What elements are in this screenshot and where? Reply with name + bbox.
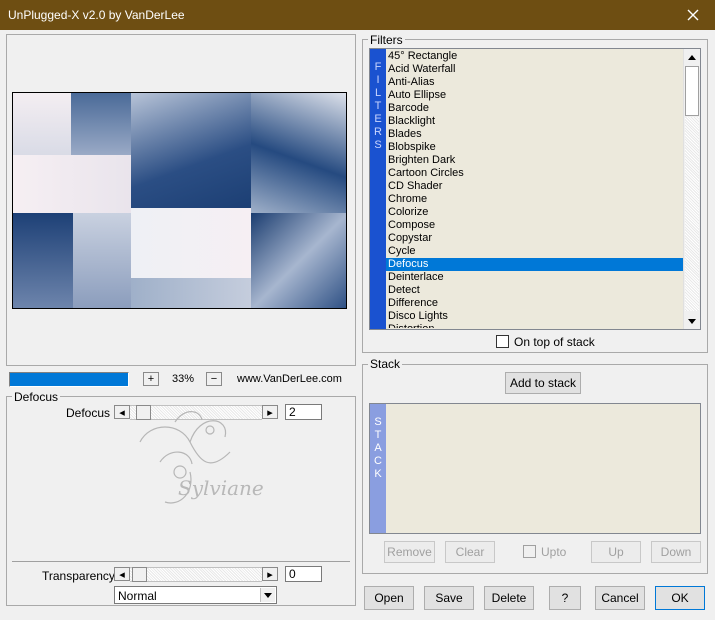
down-button[interactable]: Down [651, 541, 701, 563]
zoom-level: 33% [172, 373, 195, 385]
filters-strip-letter: I [376, 74, 380, 86]
transparency-right-arrow-icon[interactable]: ▸ [262, 567, 278, 581]
transparency-value-input[interactable]: 0 [285, 566, 322, 582]
filter-list-item[interactable]: Colorize [386, 206, 683, 219]
clear-button[interactable]: Clear [445, 541, 495, 563]
filter-list-item[interactable]: Blades [386, 128, 683, 141]
filter-list-item[interactable]: Distortion [386, 323, 683, 328]
filters-vertical-label: F I L T E R S [370, 49, 386, 329]
filter-list-item[interactable]: Blacklight [386, 115, 683, 128]
on-top-label: On top of stack [514, 335, 595, 349]
dropdown-arrow-button[interactable] [260, 588, 275, 602]
transparency-label: Transparency [42, 569, 115, 583]
transparency-left-arrow-icon[interactable]: ◂ [114, 567, 130, 581]
transparency-slider[interactable]: ◂ ▸ [114, 567, 278, 582]
close-icon [687, 9, 699, 21]
filters-listbox[interactable]: F I L T E R S 45° Rectangle Acid Waterfal… [369, 48, 701, 330]
upto-label: Upto [541, 545, 567, 559]
cancel-button[interactable]: Cancel [595, 586, 645, 610]
filter-list-item[interactable]: Copystar [386, 232, 683, 245]
filter-list-item[interactable]: Cycle [386, 245, 683, 258]
stack-strip-letter: K [374, 468, 382, 480]
filter-list-item[interactable]: Chrome [386, 193, 683, 206]
filter-list-item[interactable]: Acid Waterfall [386, 63, 683, 76]
transparency-track[interactable] [130, 567, 262, 582]
up-button[interactable]: Up [591, 541, 641, 563]
filter-list-item[interactable]: Disco Lights [386, 310, 683, 323]
window-title: UnPlugged-X v2.0 by VanDerLee [8, 8, 185, 22]
blend-mode-select[interactable]: Normal [114, 586, 277, 604]
watermark-flourish-icon [139, 411, 231, 504]
chevron-down-icon [688, 318, 696, 324]
delete-button[interactable]: Delete [484, 586, 534, 610]
scroll-down-button[interactable] [684, 313, 700, 329]
filters-strip-letter: S [374, 139, 382, 151]
scroll-thumb[interactable] [685, 66, 699, 116]
stack-strip-letter: A [374, 442, 382, 454]
filters-strip-letter: R [374, 126, 382, 138]
filter-list-item[interactable]: Defocus [386, 258, 683, 271]
filter-list-item[interactable]: Difference [386, 297, 683, 310]
open-button[interactable]: Open [364, 586, 414, 610]
add-to-stack-button[interactable]: Add to stack [505, 372, 581, 394]
defocus-value-input[interactable]: 2 [285, 404, 322, 420]
scroll-track[interactable] [685, 117, 699, 311]
close-button[interactable] [671, 0, 715, 30]
zoom-out-button[interactable]: − [206, 372, 222, 386]
defocus-legend: Defocus [12, 390, 61, 404]
filter-list-item[interactable]: Brighten Dark [386, 154, 683, 167]
preview-image[interactable] [12, 92, 347, 309]
filter-list-item[interactable]: Detect [386, 284, 683, 297]
stack-strip-letter: T [374, 429, 382, 441]
filters-scrollbar[interactable] [683, 49, 700, 329]
ok-button[interactable]: OK [655, 586, 705, 610]
filters-strip-letter: T [374, 100, 382, 112]
stack-listbox[interactable]: S T A C K [369, 403, 701, 534]
zoom-in-button[interactable]: + [143, 372, 159, 386]
defocus-param-label: Defocus [66, 406, 111, 420]
filter-list-item[interactable]: Blobspike [386, 141, 683, 154]
watermark: Sylviane [120, 402, 280, 522]
filters-legend: Filters [368, 33, 405, 47]
filter-list-item[interactable]: Barcode [386, 102, 683, 115]
blend-mode-value: Normal [118, 589, 157, 603]
remove-button[interactable]: Remove [384, 541, 435, 563]
scroll-up-button[interactable] [684, 49, 700, 65]
filter-list-item[interactable]: 45° Rectangle [386, 50, 683, 63]
save-button[interactable]: Save [424, 586, 474, 610]
help-button[interactable]: ? [549, 586, 581, 610]
filter-list-item[interactable]: Compose [386, 219, 683, 232]
stack-vertical-label: S T A C K [370, 404, 386, 533]
watermark-text: Sylviane [178, 476, 264, 500]
filter-list-item[interactable]: Anti-Alias [386, 76, 683, 89]
filters-strip-letter: E [374, 113, 382, 125]
filters-strip-letter: L [374, 87, 382, 99]
upto-checkbox[interactable] [523, 545, 536, 558]
transparency-thumb[interactable] [132, 567, 147, 582]
stack-strip-letter: C [374, 455, 382, 467]
stack-legend: Stack [368, 357, 403, 371]
filter-list-item[interactable]: Auto Ellipse [386, 89, 683, 102]
progress-fill [10, 373, 128, 386]
filters-list[interactable]: 45° Rectangle Acid Waterfall Anti-Alias Aut… [386, 50, 683, 328]
chevron-down-icon [264, 592, 272, 598]
filter-list-item[interactable]: CD Shader [386, 180, 683, 193]
stack-strip-letter: S [374, 416, 382, 428]
divider [12, 561, 350, 562]
website-link[interactable]: www.VanDerLee.com [237, 373, 342, 385]
progress-bar [9, 372, 129, 387]
filter-list-item[interactable]: Deinterlace [386, 271, 683, 284]
filters-strip-letter: F [374, 61, 382, 73]
filter-list-item[interactable]: Cartoon Circles [386, 167, 683, 180]
on-top-checkbox[interactable] [496, 335, 509, 348]
chevron-up-icon [688, 54, 696, 60]
title-bar[interactable]: UnPlugged-X v2.0 by VanDerLee [0, 0, 715, 30]
